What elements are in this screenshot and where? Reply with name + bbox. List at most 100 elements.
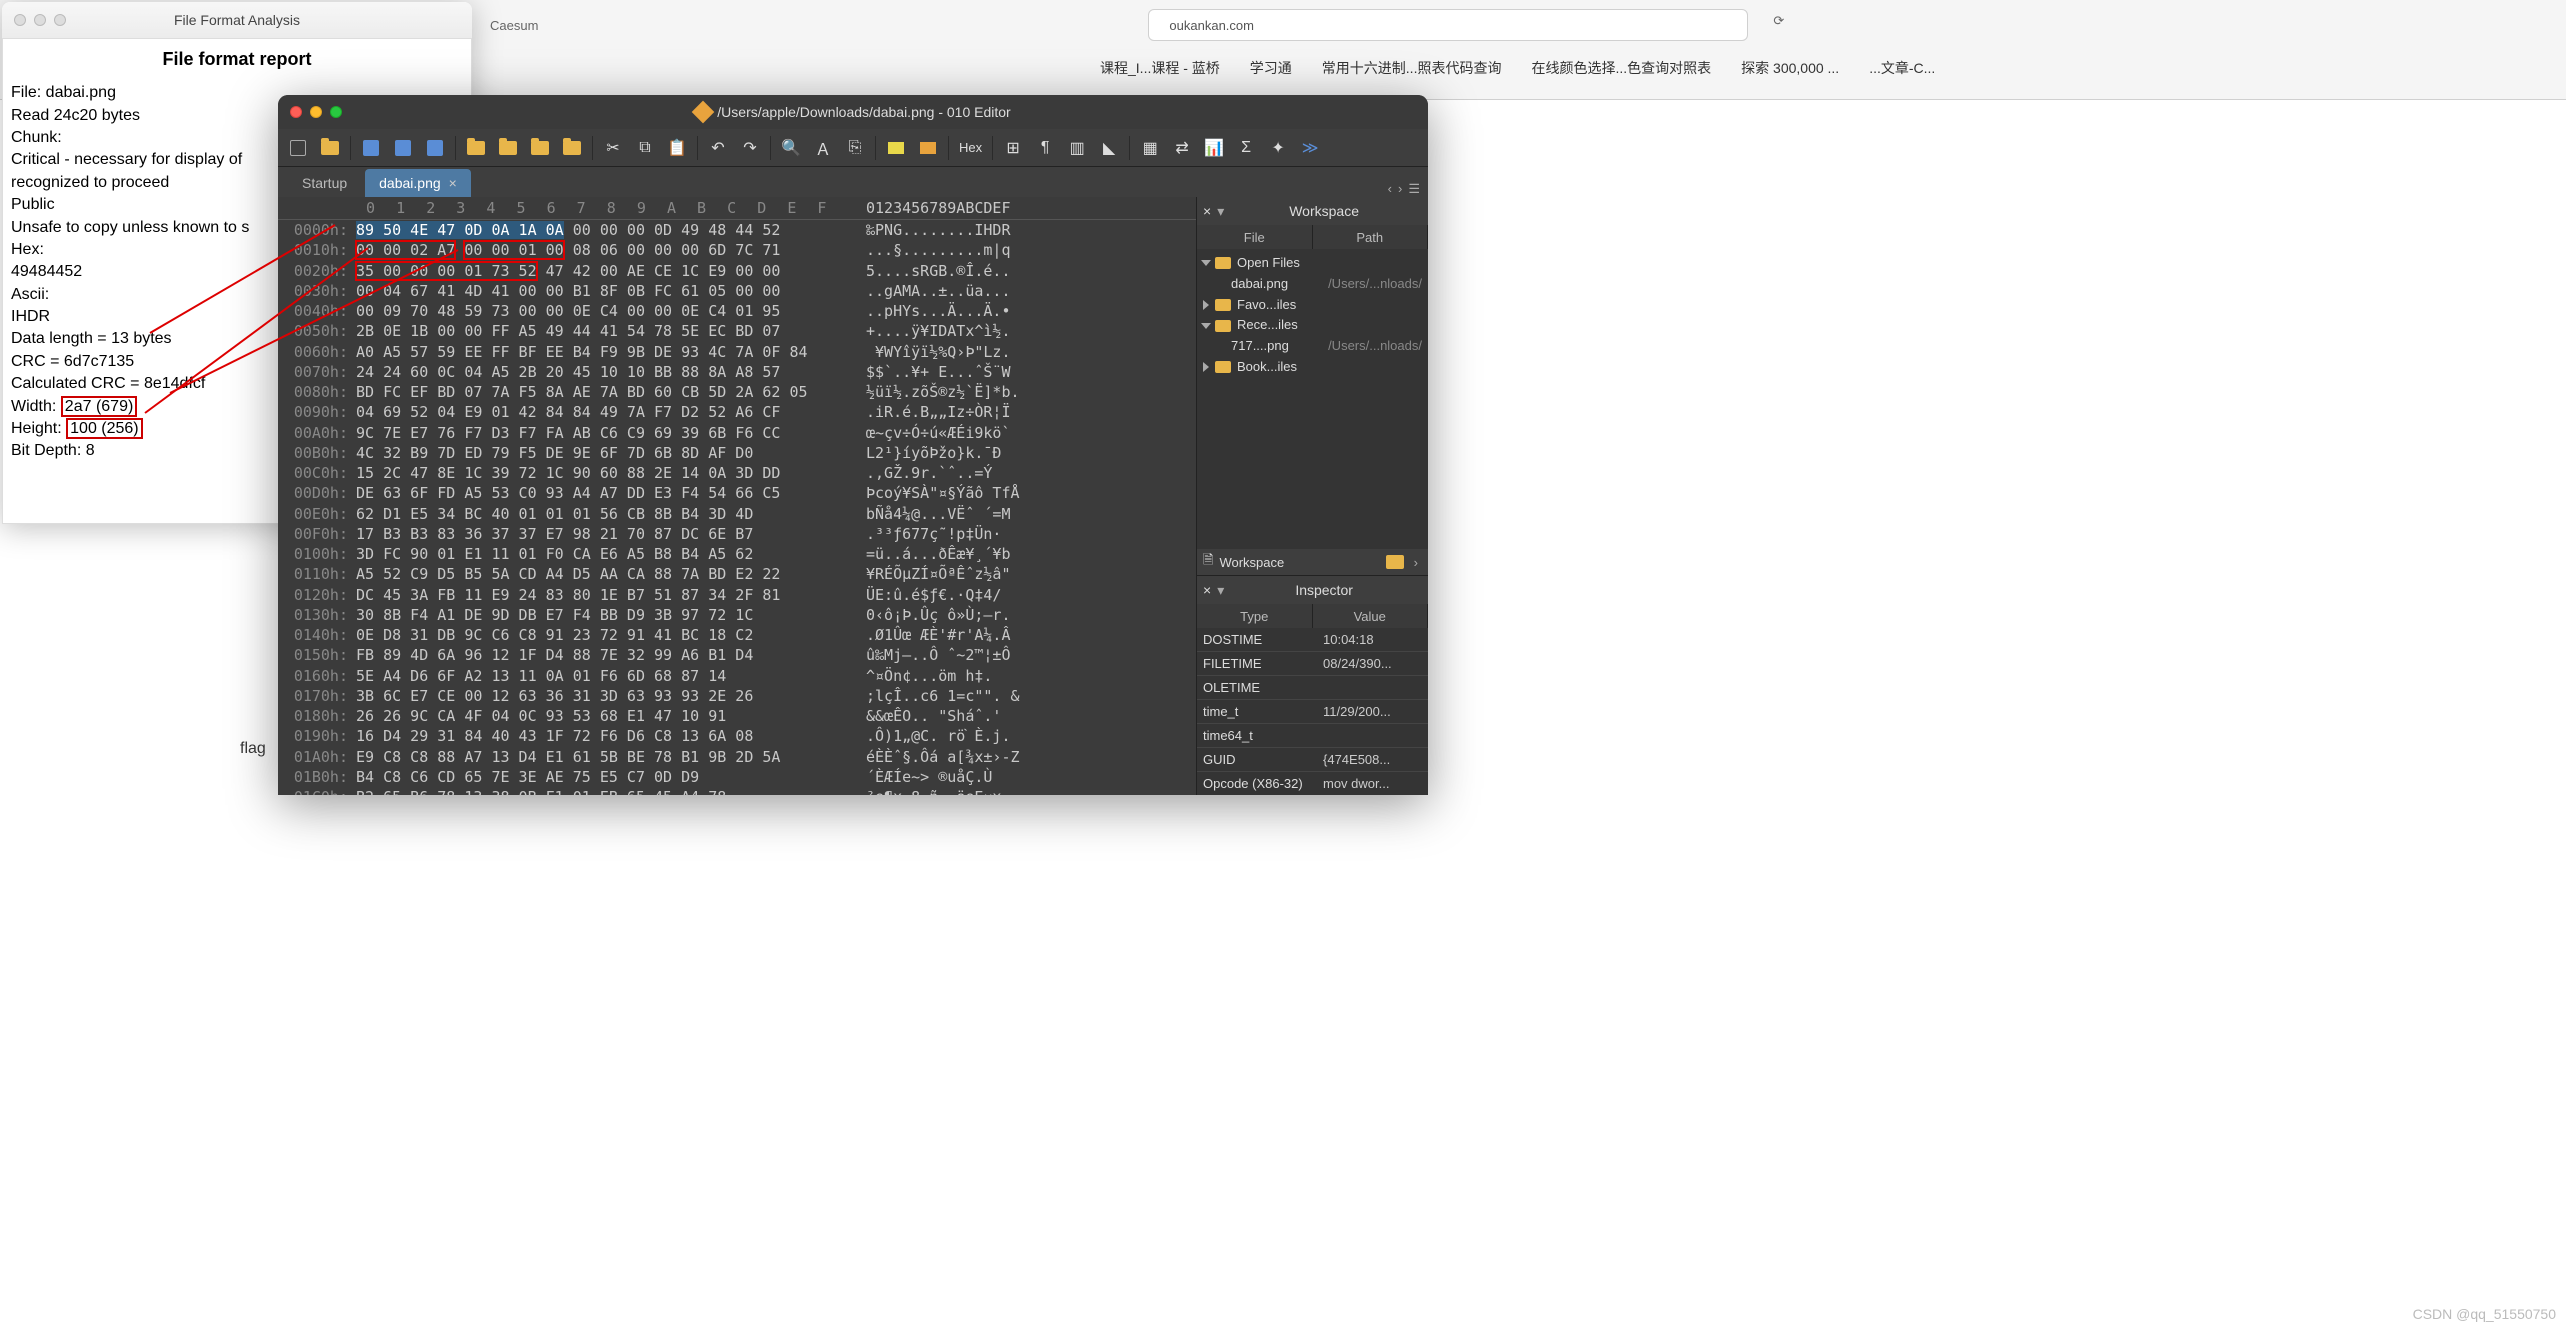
redo-icon[interactable]: ↷ <box>736 134 764 162</box>
close-panel-icon[interactable]: × <box>1203 203 1211 219</box>
hex-row[interactable]: 00A0h:9C 7E E7 76 F7 D3 F7 FA AB C6 C9 6… <box>278 423 1196 443</box>
hex-row[interactable]: 0110h:A5 52 C9 D5 B5 5A CD A4 D5 AA CA 8… <box>278 564 1196 584</box>
highlight-icon[interactable] <box>882 134 910 162</box>
hex-row[interactable]: 0050h:2B 0E 1B 00 00 FF A5 49 44 41 54 7… <box>278 321 1196 341</box>
hex-row[interactable]: 0150h:FB 89 4D 6A 96 12 1F D4 88 7E 32 9… <box>278 645 1196 665</box>
copy-icon[interactable]: ⧉ <box>631 134 659 162</box>
hex-row[interactable]: 0130h:30 8B F4 A1 DE 9D DB E7 F4 BB D9 3… <box>278 605 1196 625</box>
hex-row[interactable]: 00B0h:4C 32 B9 7D ED 79 F5 DE 9E 6F 7D 6… <box>278 443 1196 463</box>
close-panel-icon[interactable]: × <box>1203 582 1211 598</box>
save-all-icon[interactable] <box>421 134 449 162</box>
hex-row[interactable]: 0120h:DC 45 3A FB 11 E9 24 83 80 1E B7 5… <box>278 585 1196 605</box>
highlight-icon[interactable] <box>914 134 942 162</box>
open-folder-icon[interactable] <box>1386 555 1404 569</box>
bookmark-item[interactable]: 在线颜色选择...色查询对照表 <box>1531 58 1711 78</box>
ws-file[interactable]: 717....png/Users/...nloads/ <box>1203 336 1422 357</box>
inspector-row[interactable]: FILETIME08/24/390... <box>1197 652 1428 676</box>
undo-icon[interactable]: ↶ <box>704 134 732 162</box>
toggle-icon[interactable]: ⊞ <box>999 134 1027 162</box>
goto-icon[interactable]: ⎘ <box>841 134 869 162</box>
hex-row[interactable]: 0060h:A0 A5 57 59 EE FF BF EE B4 F9 9B D… <box>278 342 1196 362</box>
editor-titlebar[interactable]: /Users/apple/Downloads/dabai.png - 010 E… <box>278 95 1428 129</box>
hex-row[interactable]: 01A0h:E9 C8 C8 88 A7 13 D4 E1 61 5B BE 7… <box>278 747 1196 767</box>
ws-file[interactable]: dabai.png/Users/...nloads/ <box>1203 274 1422 295</box>
inspector-row[interactable]: time64_t <box>1197 724 1428 748</box>
hex-row[interactable]: 0070h:24 24 60 0C 04 A5 2B 20 45 10 10 B… <box>278 362 1196 382</box>
paragraph-icon[interactable]: ¶ <box>1031 134 1059 162</box>
hex-row[interactable]: 0170h:3B 6C E7 CE 00 12 63 36 31 3D 63 9… <box>278 686 1196 706</box>
more-icon[interactable]: ≫ <box>1296 134 1324 162</box>
address-bar[interactable]: oukankan.com <box>1148 9 1748 41</box>
hex-row[interactable]: 00F0h:17 B3 B3 83 36 37 37 E7 98 21 70 8… <box>278 524 1196 544</box>
hex-row[interactable]: 0080h:BD FC EF BD 07 7A F5 8A AE 7A BD 6… <box>278 382 1196 402</box>
inspector-row[interactable]: OLETIME <box>1197 676 1428 700</box>
hex-row[interactable]: 0190h:16 D4 29 31 84 40 43 1F 72 F6 D6 C… <box>278 726 1196 746</box>
histogram-icon[interactable]: 📊 <box>1200 134 1228 162</box>
ws-recent[interactable]: Rece...iles <box>1203 315 1422 336</box>
inspector-panel: × ▾ Inspector Type Value DOSTIME10:04:18… <box>1197 576 1428 795</box>
hex-row[interactable]: 0000h:89 50 4E 47 0D 0A 1A 0A 00 00 00 0… <box>278 220 1196 240</box>
toolbar: ✂ ⧉ 📋 ↶ ↷ 🔍 Ａ ⎘ Hex ⊞ ¶ ▥ ◣ ▦ ⇄ 📊 Σ ✦ ≫ <box>278 129 1428 167</box>
ws-open-files[interactable]: Open Files <box>1203 253 1422 274</box>
ffa-window-title: File Format Analysis <box>2 12 472 28</box>
checksum-icon[interactable]: Σ <box>1232 134 1260 162</box>
tab-file[interactable]: dabai.png× <box>365 169 471 197</box>
hex-row[interactable]: 01C0h:B2 65 B6 78 13 38 0B F1 01 EB 65 4… <box>278 787 1196 795</box>
doc-icon[interactable]: 🗎 <box>1203 551 1213 573</box>
hex-row[interactable]: 0020h:35 00 00 00 01 73 52 47 42 00 AE C… <box>278 261 1196 281</box>
ws-favorites[interactable]: Favo...iles <box>1203 295 1422 316</box>
hex-row[interactable]: 0140h:0E D8 31 DB 9C C6 C8 91 23 72 91 4… <box>278 625 1196 645</box>
hex-row[interactable]: 00C0h:15 2C 47 8E 1C 39 72 1C 90 60 88 2… <box>278 463 1196 483</box>
hex-row[interactable]: 0100h:3D FC 90 01 E1 11 01 F0 CA E6 A5 B… <box>278 544 1196 564</box>
ws-bookmarks[interactable]: Book...iles <box>1203 357 1422 378</box>
hex-row[interactable]: 0160h:5E A4 D6 6F A2 13 11 0A 01 F6 6D 6… <box>278 666 1196 686</box>
hex-column-header: 0 1 2 3 4 5 6 7 8 9 A B C D E F 01234567… <box>278 197 1196 220</box>
cut-icon[interactable]: ✂ <box>599 134 627 162</box>
close-tab-icon[interactable]: × <box>449 175 457 191</box>
hex-row[interactable]: 0090h:04 69 52 04 E9 01 42 84 84 49 7A F… <box>278 402 1196 422</box>
hex-row[interactable]: 00D0h:DE 63 6F FD A5 53 C0 93 A4 A7 DD E… <box>278 483 1196 503</box>
search-icon[interactable]: 🔍 <box>777 134 805 162</box>
folder-icon[interactable] <box>462 134 490 162</box>
save-as-icon[interactable] <box>389 134 417 162</box>
folder-icon[interactable] <box>494 134 522 162</box>
inspector-row[interactable]: time_t11/29/200... <box>1197 700 1428 724</box>
inspector-row[interactable]: Opcode (X86-32)mov dwor... <box>1197 772 1428 795</box>
hex-row[interactable]: 0040h:00 09 70 48 59 73 00 00 0E C4 00 0… <box>278 301 1196 321</box>
folder-icon[interactable] <box>558 134 586 162</box>
chevron-right-icon[interactable]: › <box>1410 555 1422 570</box>
tab-startup[interactable]: Startup <box>288 169 361 197</box>
inspector-row[interactable]: DOSTIME10:04:18 <box>1197 628 1428 652</box>
inspector-row[interactable]: GUID{474E508... <box>1197 748 1428 772</box>
hex-row[interactable]: 00E0h:62 D1 E5 34 BC 40 01 01 01 56 CB 8… <box>278 504 1196 524</box>
new-file-icon[interactable] <box>284 134 312 162</box>
reload-icon[interactable]: ⟳ <box>1773 13 1797 37</box>
hex-row[interactable]: 0030h:00 04 67 41 4D 41 00 00 B1 8F 0B F… <box>278 281 1196 301</box>
paste-icon[interactable]: 📋 <box>663 134 691 162</box>
compare-icon[interactable]: ⇄ <box>1168 134 1196 162</box>
hex-row[interactable]: 0180h:26 26 9C CA 4F 04 0C 93 53 68 E1 4… <box>278 706 1196 726</box>
hex-mode-button[interactable]: Hex <box>955 140 986 155</box>
find-replace-icon[interactable]: Ａ <box>809 134 837 162</box>
prev-tab-icon[interactable]: ‹ <box>1388 181 1392 197</box>
bookmark-item[interactable]: 探索 300,000 ... <box>1741 58 1839 78</box>
hex-row[interactable]: 01B0h:B4 C8 C6 CD 65 7E 3E AE 75 E5 C7 0… <box>278 767 1196 787</box>
hex-row[interactable]: 0010h:00 00 02 A7 00 00 01 00 08 06 00 0… <box>278 240 1196 260</box>
save-icon[interactable] <box>357 134 385 162</box>
bookmark-item[interactable]: ...文章-C... <box>1869 58 1935 78</box>
next-tab-icon[interactable]: › <box>1398 181 1402 197</box>
bookmark-item[interactable]: 学习通 <box>1250 58 1292 78</box>
columns-icon[interactable]: ▥ <box>1063 134 1091 162</box>
open-folder-icon[interactable] <box>316 134 344 162</box>
ffa-titlebar[interactable]: File Format Analysis <box>2 2 472 38</box>
tab-menu-icon[interactable]: ☰ <box>1408 181 1420 197</box>
bookmark-item[interactable]: 常用十六进制...照表代码查询 <box>1322 58 1502 78</box>
bookmark-item[interactable]: 课程_I...课程 - 蓝桥 <box>1100 58 1220 78</box>
hex-editor[interactable]: 0 1 2 3 4 5 6 7 8 9 A B C D E F 01234567… <box>278 197 1196 795</box>
workspace-tree[interactable]: Open Files dabai.png/Users/...nloads/ Fa… <box>1197 249 1428 549</box>
folder-icon[interactable] <box>526 134 554 162</box>
calculator-icon[interactable]: ▦ <box>1136 134 1164 162</box>
inspector-body[interactable]: DOSTIME10:04:18FILETIME08/24/390...OLETI… <box>1197 628 1428 795</box>
tools-icon[interactable]: ✦ <box>1264 134 1292 162</box>
bookmark-icon[interactable]: ◣ <box>1095 134 1123 162</box>
